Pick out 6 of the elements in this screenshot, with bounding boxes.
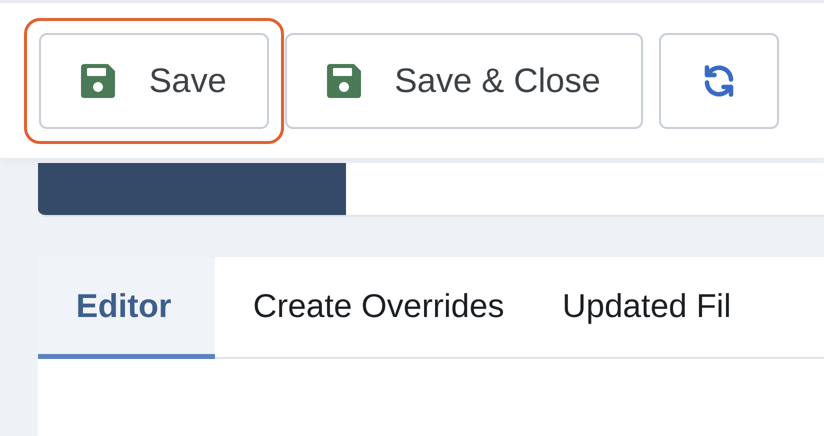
tab[interactable]: Create Overrides bbox=[215, 257, 524, 359]
tab[interactable]: Updated Fil bbox=[524, 257, 752, 359]
save-button[interactable]: Save & Close bbox=[284, 33, 642, 129]
tab[interactable]: Editor bbox=[38, 257, 215, 359]
save-button[interactable]: Save bbox=[39, 33, 268, 129]
refresh-button[interactable] bbox=[658, 33, 778, 129]
